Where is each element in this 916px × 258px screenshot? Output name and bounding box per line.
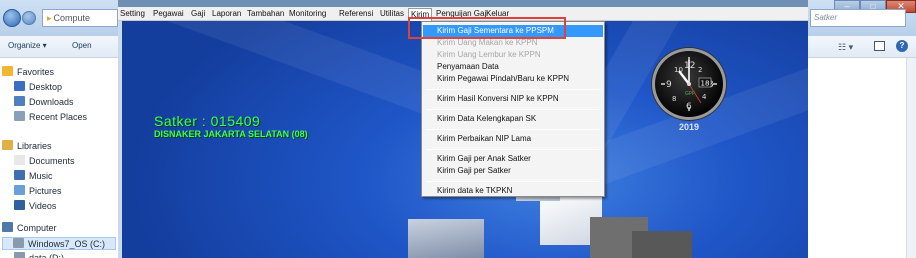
open-button[interactable]: Open <box>72 41 92 50</box>
highlight-annotation <box>408 17 566 39</box>
nav-item[interactable]: Recent Places <box>14 111 87 124</box>
drive-icon <box>14 252 25 258</box>
menu-gaji[interactable]: Gaji <box>191 9 205 18</box>
nav-item-label: Recent Places <box>29 112 88 122</box>
menu-item-kirim-gaji-per-satker[interactable]: Kirim Gaji per Satker <box>423 165 603 177</box>
preview-pane-icon[interactable] <box>874 41 885 51</box>
drive-icon <box>13 238 24 248</box>
explorer-toolbar: Organize ▾ Open <box>0 36 118 58</box>
back-button[interactable] <box>3 9 21 27</box>
app-titlebar <box>118 0 808 7</box>
satker-label: Satker : 015409 <box>154 113 261 129</box>
nav-item[interactable]: Videos <box>14 200 56 213</box>
nav-item[interactable]: Pictures <box>14 185 62 198</box>
decorative-cube <box>408 219 484 258</box>
menu-item-kirim-hasil-konversi-nip[interactable]: Kirim Hasil Konversi NIP ke KPPN <box>423 93 603 105</box>
clock-year: 2019 <box>678 122 700 132</box>
menu-item-kirim-gaji-per-anak-satker[interactable]: Kirim Gaji per Anak Satker <box>423 153 603 165</box>
recent-places-icon <box>14 111 25 121</box>
menu-item-kirim-uang-lembur: Kirim Uang Lembur ke KPPN <box>437 50 541 59</box>
clock-date: 18 <box>701 80 710 88</box>
help-icon[interactable]: ? <box>896 40 908 52</box>
menu-tambahan[interactable]: Tambahan <box>247 9 284 18</box>
clock-face-icon: 12369 102 48 18 GPP <box>661 57 717 112</box>
libraries-icon <box>2 140 13 150</box>
folder-icon: ▸ <box>47 13 52 23</box>
nav-item[interactable]: Music <box>14 170 53 183</box>
nav-item-label: Documents <box>29 156 75 166</box>
computer-icon <box>2 222 13 232</box>
scrollbar[interactable] <box>906 58 916 258</box>
nav-item-label: Pictures <box>29 186 62 196</box>
downloads-icon <box>14 96 25 106</box>
menu-utilitas[interactable]: Utilitas <box>380 9 404 18</box>
nav-item[interactable]: Windows7_OS (C:) <box>2 237 116 250</box>
svg-text:8: 8 <box>672 95 676 103</box>
address-bar[interactable]: ▸ Compute <box>42 9 118 27</box>
desktop-icon <box>14 81 25 91</box>
svg-text:4: 4 <box>702 93 707 101</box>
nav-item[interactable]: data (D:) <box>14 252 64 258</box>
kirim-dropdown-menu: Kirim Gaji Sementara ke PPSPM Kirim Uang… <box>421 21 605 197</box>
nav-item[interactable]: Libraries <box>2 140 52 153</box>
svg-text:GPP: GPP <box>685 91 695 97</box>
menu-item-penyamaan-data[interactable]: Penyamaan Data <box>423 61 603 73</box>
nav-item-label: Desktop <box>29 82 63 92</box>
nav-item[interactable]: Downloads <box>14 96 74 109</box>
nav-item-label: Music <box>29 171 53 181</box>
nav-item-label: Favorites <box>17 67 55 77</box>
search-input[interactable]: Satker <box>810 9 906 27</box>
documents-icon <box>14 155 25 165</box>
star-icon <box>2 66 13 76</box>
clock-widget: 12369 102 48 18 GPP <box>652 48 726 120</box>
pictures-icon <box>14 185 25 195</box>
menu-monitoring[interactable]: Monitoring <box>289 9 326 18</box>
menu-separator <box>426 149 600 150</box>
menu-item-kirim-data-kelengkapan-sk[interactable]: Kirim Data Kelengkapan SK <box>423 113 603 125</box>
right-titlebar: – □ ✕ Satker <box>808 0 916 36</box>
decorative-cube <box>632 231 692 258</box>
menu-separator <box>426 181 600 182</box>
forward-button[interactable] <box>22 11 36 25</box>
nav-item[interactable]: Desktop <box>14 81 62 94</box>
nav-item-label: Downloads <box>29 97 74 107</box>
right-toolbar: ☷ ▾ ? <box>808 36 916 58</box>
explorer-right-pane: – □ ✕ Satker ☷ ▾ ? <box>808 0 916 258</box>
svg-text:9: 9 <box>666 80 672 90</box>
menu-separator <box>426 89 600 90</box>
nav-item-label: Computer <box>17 223 57 233</box>
menu-referensi[interactable]: Referensi <box>339 9 373 18</box>
explorer-titlebar: ▸ Compute <box>0 0 118 36</box>
nav-item[interactable]: Documents <box>14 155 75 168</box>
nav-item-label: Windows7_OS (C:) <box>28 239 106 249</box>
menu-item-kirim-data-ke-tkpkn[interactable]: Kirim data ke TKPKN <box>423 185 603 197</box>
menu-item-kirim-perbaikan-nip-lama[interactable]: Kirim Perbaikan NIP Lama <box>423 133 603 145</box>
svg-text:6: 6 <box>686 102 692 112</box>
music-icon <box>14 170 25 180</box>
nav-item-label: Videos <box>29 201 57 211</box>
organize-button[interactable]: Organize ▾ <box>8 41 47 50</box>
videos-icon <box>14 200 25 210</box>
address-text: Compute <box>53 13 91 23</box>
menu-setting[interactable]: Setting <box>120 9 145 18</box>
nav-item-label: data (D:) <box>29 253 65 258</box>
dinas-label: DISNAKER JAKARTA SELATAN (08) <box>154 129 308 139</box>
nav-item-label: Libraries <box>17 141 52 151</box>
menu-item-kirim-pegawai-pindah[interactable]: Kirim Pegawai Pindah/Baru ke KPPN <box>423 73 603 85</box>
svg-text:2: 2 <box>698 66 702 74</box>
nav-item[interactable]: Favorites <box>2 66 54 79</box>
explorer-window: ▸ Compute Organize ▾ Open Favorites Deskto… <box>0 0 118 258</box>
menu-laporan[interactable]: Laporan <box>212 9 241 18</box>
menu-separator <box>426 129 600 130</box>
menu-separator <box>426 109 600 110</box>
view-options-icon[interactable]: ☷ ▾ <box>838 42 853 53</box>
nav-item[interactable]: Computer <box>2 222 57 235</box>
menu-pegawai[interactable]: Pegawai <box>153 9 184 18</box>
